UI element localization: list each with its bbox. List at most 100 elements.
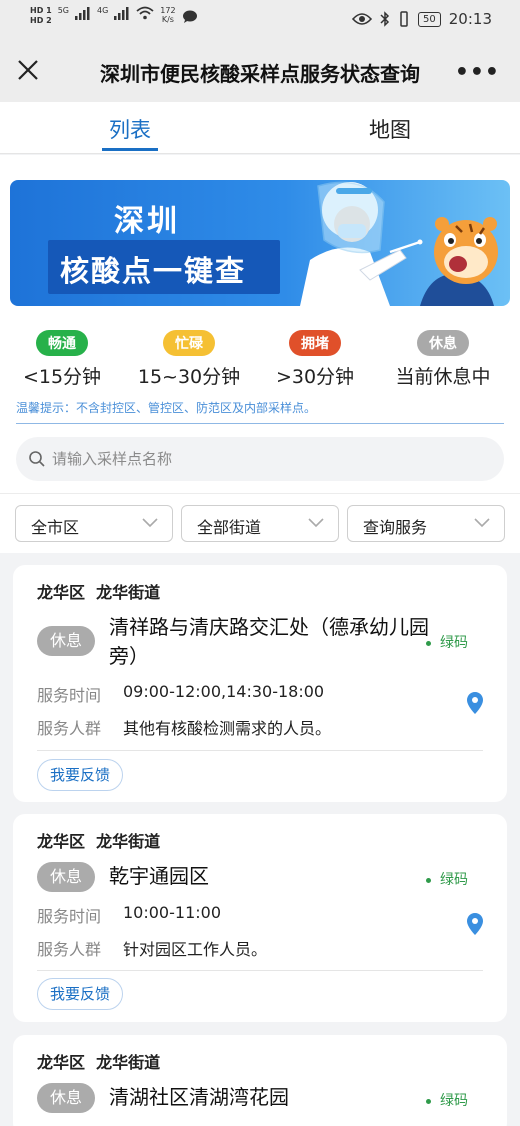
site-district: 龙华区 龙华街道 <box>37 828 160 852</box>
health-code-text: 绿码 <box>440 1093 468 1109</box>
banner-city: 深圳 <box>114 204 180 239</box>
legend-value-busy: 15~30分钟 <box>137 366 241 388</box>
signal-4g-label: 4G <box>96 6 109 15</box>
banner-slogan: 核酸点一键查 <box>60 254 247 288</box>
title-bar: 深圳市便民核酸采样点服务状态查询 ••• <box>0 40 520 102</box>
map-pin-icon[interactable] <box>466 691 484 715</box>
signal-5g-label: 5G <box>57 6 69 15</box>
status-badge: 休息 <box>37 626 95 656</box>
sim1-label: HD 1 <box>30 6 52 15</box>
chevron-down-icon <box>308 518 324 528</box>
legend-value-smooth: <15分钟 <box>22 366 102 388</box>
clock: 20:13 <box>448 10 492 28</box>
promo-banner: 深圳 核酸点一键查 <box>10 180 510 306</box>
status-left: HD 1 HD 2 5G 4G 172 K/s <box>30 6 198 26</box>
legend-badge-busy: 忙碌 <box>163 330 215 356</box>
site-card[interactable]: 龙华区 龙华街道 休息 清祥路与清庆路交汇处（德承幼儿园旁） 绿码 服务时间 0… <box>13 565 507 802</box>
district-name: 龙华区 <box>37 832 86 851</box>
search-icon <box>29 451 45 467</box>
eye-icon <box>352 13 373 25</box>
tab-bar: 列表 地图 <box>0 102 520 154</box>
page-title: 深圳市便民核酸采样点服务状态查询 <box>100 62 420 86</box>
site-district: 龙华区 龙华街道 <box>37 579 160 603</box>
search-input[interactable] <box>52 437 482 481</box>
sim2-label: HD 2 <box>30 16 52 25</box>
health-code-text: 绿码 <box>440 635 468 651</box>
district-filter-label: 全市区 <box>31 518 80 537</box>
search-bar[interactable] <box>16 437 504 481</box>
sim-indicators: HD 1 HD 2 <box>30 6 52 26</box>
street-name: 龙华街道 <box>96 832 161 851</box>
status-right: 50 20:13 <box>352 10 492 28</box>
legend-crowded: 拥堵 >30分钟 <box>255 330 375 389</box>
tab-list[interactable]: 列表 <box>70 114 190 144</box>
card-divider <box>37 750 483 751</box>
legend-rest: 休息 当前休息中 <box>383 330 503 389</box>
net-speed: 172 K/s <box>160 6 175 24</box>
status-badge: 休息 <box>37 1083 95 1113</box>
bluetooth-icon <box>380 11 390 27</box>
code-dot-icon <box>426 877 431 883</box>
code-dot-icon <box>426 1098 431 1104</box>
filter-divider <box>0 493 520 494</box>
feedback-button[interactable]: 我要反馈 <box>37 978 124 1010</box>
site-card[interactable]: 龙华区 龙华街道 休息 清湖社区清湖湾花园 绿码 <box>13 1035 507 1126</box>
health-code-label: 绿码 <box>426 1090 468 1110</box>
legend-value-crowded: >30分钟 <box>275 366 355 388</box>
chat-bubble-icon <box>182 10 197 23</box>
site-district: 龙华区 龙华街道 <box>37 1049 160 1073</box>
legend-smooth: 畅通 <15分钟 <box>2 330 122 389</box>
chevron-down-icon <box>142 518 158 528</box>
tab-map[interactable]: 地图 <box>330 114 450 144</box>
site-name: 清祥路与清庆路交汇处（德承幼儿园旁） <box>109 615 429 668</box>
service-filter-label: 查询服务 <box>363 518 428 537</box>
card-divider <box>37 970 483 971</box>
status-bar: HD 1 HD 2 5G 4G 172 K/s 50 20:13 <box>0 0 520 40</box>
site-card[interactable]: 龙华区 龙华街道 休息 乾宇通园区 绿码 服务时间 10:00-11:00 服务… <box>13 814 507 1022</box>
net-speed-unit: K/s <box>161 15 174 24</box>
wifi-icon <box>136 6 154 20</box>
legend-busy: 忙碌 15~30分钟 <box>129 330 249 389</box>
street-name: 龙华街道 <box>96 1053 161 1072</box>
street-filter-label: 全部街道 <box>197 518 262 537</box>
chevron-down-icon <box>474 518 490 528</box>
feedback-button[interactable]: 我要反馈 <box>37 759 124 791</box>
district-name: 龙华区 <box>37 583 86 602</box>
more-menu-button[interactable]: ••• <box>455 60 500 85</box>
legend-badge-crowded: 拥堵 <box>289 330 341 356</box>
health-code-label: 绿码 <box>426 869 468 889</box>
tip-text: 温馨提示：不含封控区、管控区、防范区及内部采样点。 <box>16 401 317 415</box>
battery-indicator: 50 <box>418 11 441 27</box>
net-speed-value: 172 <box>160 6 176 15</box>
signal-bars-icon <box>114 7 129 20</box>
service-crowd-value: 针对园区工作人员。 <box>123 940 268 959</box>
service-crowd-value: 其他有核酸检测需求的人员。 <box>123 719 332 738</box>
tip-divider <box>16 423 504 424</box>
active-tab-indicator <box>102 148 158 151</box>
service-time-label: 服务时间 <box>37 907 102 926</box>
close-icon[interactable] <box>14 56 42 84</box>
vibrate-icon <box>400 11 408 27</box>
site-name: 乾宇通园区 <box>109 864 209 888</box>
nurse-tiger-illustration <box>300 181 498 306</box>
service-time-label: 服务时间 <box>37 686 102 705</box>
street-name: 龙华街道 <box>96 583 161 602</box>
street-filter-select[interactable]: 全部街道 <box>181 505 339 542</box>
service-time-value: 10:00-11:00 <box>123 903 221 922</box>
service-time-value: 09:00-12:00,14:30-18:00 <box>123 682 325 701</box>
service-crowd-label: 服务人群 <box>37 719 102 738</box>
legend-badge-rest: 休息 <box>417 330 469 356</box>
legend-badge-smooth: 畅通 <box>36 330 88 356</box>
signal-bars-icon <box>74 7 90 20</box>
service-crowd-label: 服务人群 <box>37 940 102 959</box>
service-filter-select[interactable]: 查询服务 <box>347 505 505 542</box>
site-name: 清湖社区清湖湾花园 <box>109 1085 289 1109</box>
health-code-text: 绿码 <box>440 872 468 888</box>
district-filter-select[interactable]: 全市区 <box>15 505 173 542</box>
health-code-label: 绿码 <box>426 632 468 652</box>
legend-value-rest: 当前休息中 <box>395 366 491 388</box>
map-pin-icon[interactable] <box>466 912 484 936</box>
code-dot-icon <box>426 640 431 646</box>
district-name: 龙华区 <box>37 1053 86 1072</box>
status-badge: 休息 <box>37 862 95 892</box>
